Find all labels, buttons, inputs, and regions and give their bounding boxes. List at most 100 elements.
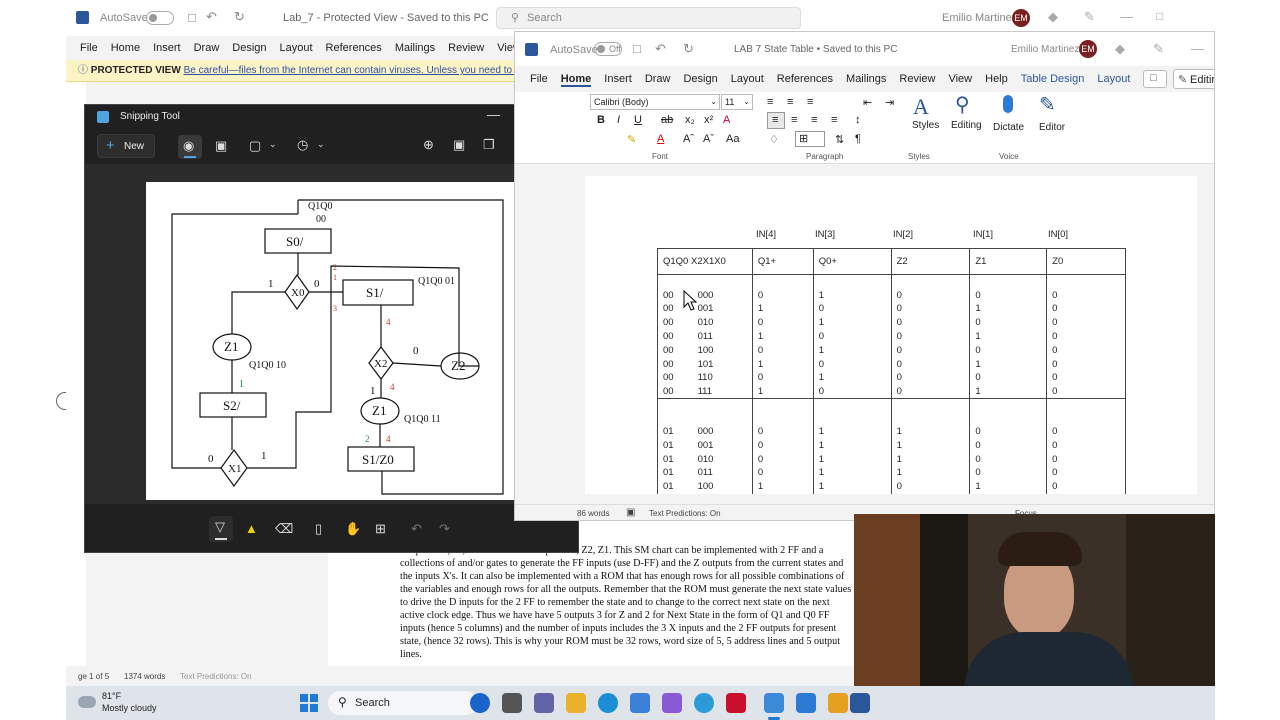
protected-message-link[interactable]: Be careful—files from the Internet can c… (184, 65, 516, 76)
task-view-icon[interactable] (502, 693, 522, 713)
align-right-icon[interactable]: ≡ (811, 114, 817, 126)
tab-draw[interactable]: Draw (645, 73, 671, 85)
font-size-select[interactable]: 11 ⌄ (721, 94, 753, 110)
page-count[interactable]: ge 1 of 5 (78, 672, 109, 681)
search-box[interactable]: ⚲ Search (496, 7, 801, 29)
comments-button[interactable]: □ (1143, 70, 1167, 88)
save-icon[interactable]: □ (188, 10, 196, 25)
copy-icon[interactable]: ❐ (483, 137, 495, 153)
ruler-icon[interactable]: ▯ (315, 521, 322, 537)
avatar[interactable]: EM (1079, 40, 1097, 58)
cortana-icon[interactable] (694, 693, 714, 713)
redo-icon[interactable]: ↻ (683, 41, 694, 57)
word-count[interactable]: 1374 words (124, 672, 165, 681)
minimize-icon[interactable]: — (1120, 9, 1133, 24)
file-explorer-icon[interactable] (566, 693, 586, 713)
multilevel-list-icon[interactable]: ≡ (807, 96, 813, 108)
start-button[interactable] (300, 694, 318, 712)
align-center-icon[interactable]: ≡ (791, 114, 797, 126)
text-effects-icon[interactable]: A (723, 114, 730, 126)
pen-icon[interactable]: ✎ (1153, 41, 1164, 57)
menu-design[interactable]: Design (232, 42, 266, 54)
chevron-down-icon[interactable]: ⌄ (317, 139, 325, 150)
rectangle-mode-icon[interactable]: ▢ (249, 138, 261, 154)
undo-icon[interactable]: ↶ (411, 521, 422, 537)
teams-icon[interactable] (534, 693, 554, 713)
borders-button[interactable]: ⊞ (795, 131, 825, 147)
chevron-down-icon[interactable]: ⌄ (269, 139, 277, 150)
menu-file[interactable]: File (80, 42, 98, 54)
strikethrough-icon[interactable]: ab (661, 114, 673, 126)
weather-temp[interactable]: 81°F (102, 691, 121, 701)
save-icon[interactable]: □ (633, 41, 641, 56)
menu-review[interactable]: Review (448, 42, 484, 54)
dictate-icon[interactable] (1003, 95, 1013, 113)
change-case-icon[interactable]: Aa (726, 133, 739, 145)
diamond-icon[interactable]: ◆ (1048, 9, 1058, 25)
underline-icon[interactable]: U (634, 114, 642, 126)
bold-icon[interactable]: B (597, 114, 605, 126)
mcafee-icon[interactable] (726, 693, 746, 713)
bullets-icon[interactable]: ≡ (767, 96, 773, 108)
editor-label[interactable]: Editor (1039, 122, 1065, 133)
menu-draw[interactable]: Draw (194, 42, 220, 54)
dictate-label[interactable]: Dictate (993, 122, 1024, 133)
tab-review[interactable]: Review (899, 73, 935, 85)
shrink-font-icon[interactable]: Aˇ (703, 133, 714, 145)
menu-layout[interactable]: Layout (280, 42, 313, 54)
minimize-icon[interactable]: — (1191, 41, 1204, 56)
weather-desc[interactable]: Mostly cloudy (102, 703, 157, 713)
tab-references[interactable]: References (777, 73, 833, 85)
editing-mode-button[interactable]: ✎ Editin (1173, 69, 1214, 89)
tab-table-layout[interactable]: Layout (1097, 73, 1130, 85)
edge-icon[interactable] (598, 693, 618, 713)
decrease-indent-icon[interactable]: ⇤ (863, 96, 872, 109)
styles-label[interactable]: Styles (912, 120, 939, 131)
superscript-icon[interactable]: x² (704, 114, 713, 126)
tab-table-design[interactable]: Table Design (1021, 73, 1085, 85)
tab-insert[interactable]: Insert (604, 73, 632, 85)
font-family-select[interactable]: Calibri (Body) ⌄ (590, 94, 720, 110)
align-left-button[interactable]: ≡ (767, 112, 785, 129)
subscript-icon[interactable]: x₂ (685, 114, 695, 126)
maximize-icon[interactable]: □ (1156, 9, 1163, 23)
italic-icon[interactable]: I (617, 114, 620, 126)
notepad-icon[interactable] (796, 693, 816, 713)
tab-view[interactable]: View (948, 73, 972, 85)
undo-icon[interactable]: ↶ (206, 9, 217, 25)
tab-layout[interactable]: Layout (731, 73, 764, 85)
editing-icon[interactable]: ⚲ (955, 92, 970, 117)
snipping-tool-taskbar-icon[interactable] (764, 693, 784, 713)
avatar[interactable]: EM (1012, 9, 1030, 27)
autosave-toggle[interactable] (146, 11, 174, 25)
store-icon[interactable] (630, 693, 650, 713)
pen-tool-button[interactable]: ▽ (209, 516, 233, 542)
menu-insert[interactable]: Insert (153, 42, 181, 54)
word-count[interactable]: 86 words (577, 509, 609, 518)
tab-file[interactable]: File (530, 73, 548, 85)
word-taskbar-icon[interactable] (850, 693, 870, 713)
tab-help[interactable]: Help (985, 73, 1008, 85)
highlight-icon[interactable]: ✎ (627, 133, 636, 146)
pen-icon[interactable]: ✎ (1084, 9, 1095, 25)
new-button[interactable]: + New (97, 134, 155, 158)
video-icon[interactable]: ▣ (215, 138, 227, 154)
tab-mailings[interactable]: Mailings (846, 73, 886, 85)
tab-home[interactable]: Home (560, 73, 592, 87)
redo-icon[interactable]: ↷ (439, 521, 450, 537)
line-spacing-icon[interactable]: ↕ (855, 114, 861, 126)
minimize-icon[interactable]: — (487, 107, 500, 122)
text-predictions[interactable]: Text Predictions: On (180, 672, 252, 681)
grow-font-icon[interactable]: Aˆ (683, 133, 694, 145)
numbering-icon[interactable]: ≡ (787, 96, 793, 108)
timer-icon[interactable]: ◷ (297, 137, 308, 153)
highlighter-icon[interactable]: ▲ (245, 521, 258, 536)
menu-references[interactable]: References (326, 42, 382, 54)
save-icon[interactable]: ▣ (453, 137, 465, 153)
app-icon[interactable] (828, 693, 848, 713)
increase-indent-icon[interactable]: ⇥ (885, 96, 894, 109)
proofing-icon[interactable]: ▣ (626, 507, 635, 518)
menu-mailings[interactable]: Mailings (395, 42, 435, 54)
screenshot-mode-button[interactable]: ◉ (178, 135, 202, 159)
undo-icon[interactable]: ↶ (655, 41, 666, 57)
